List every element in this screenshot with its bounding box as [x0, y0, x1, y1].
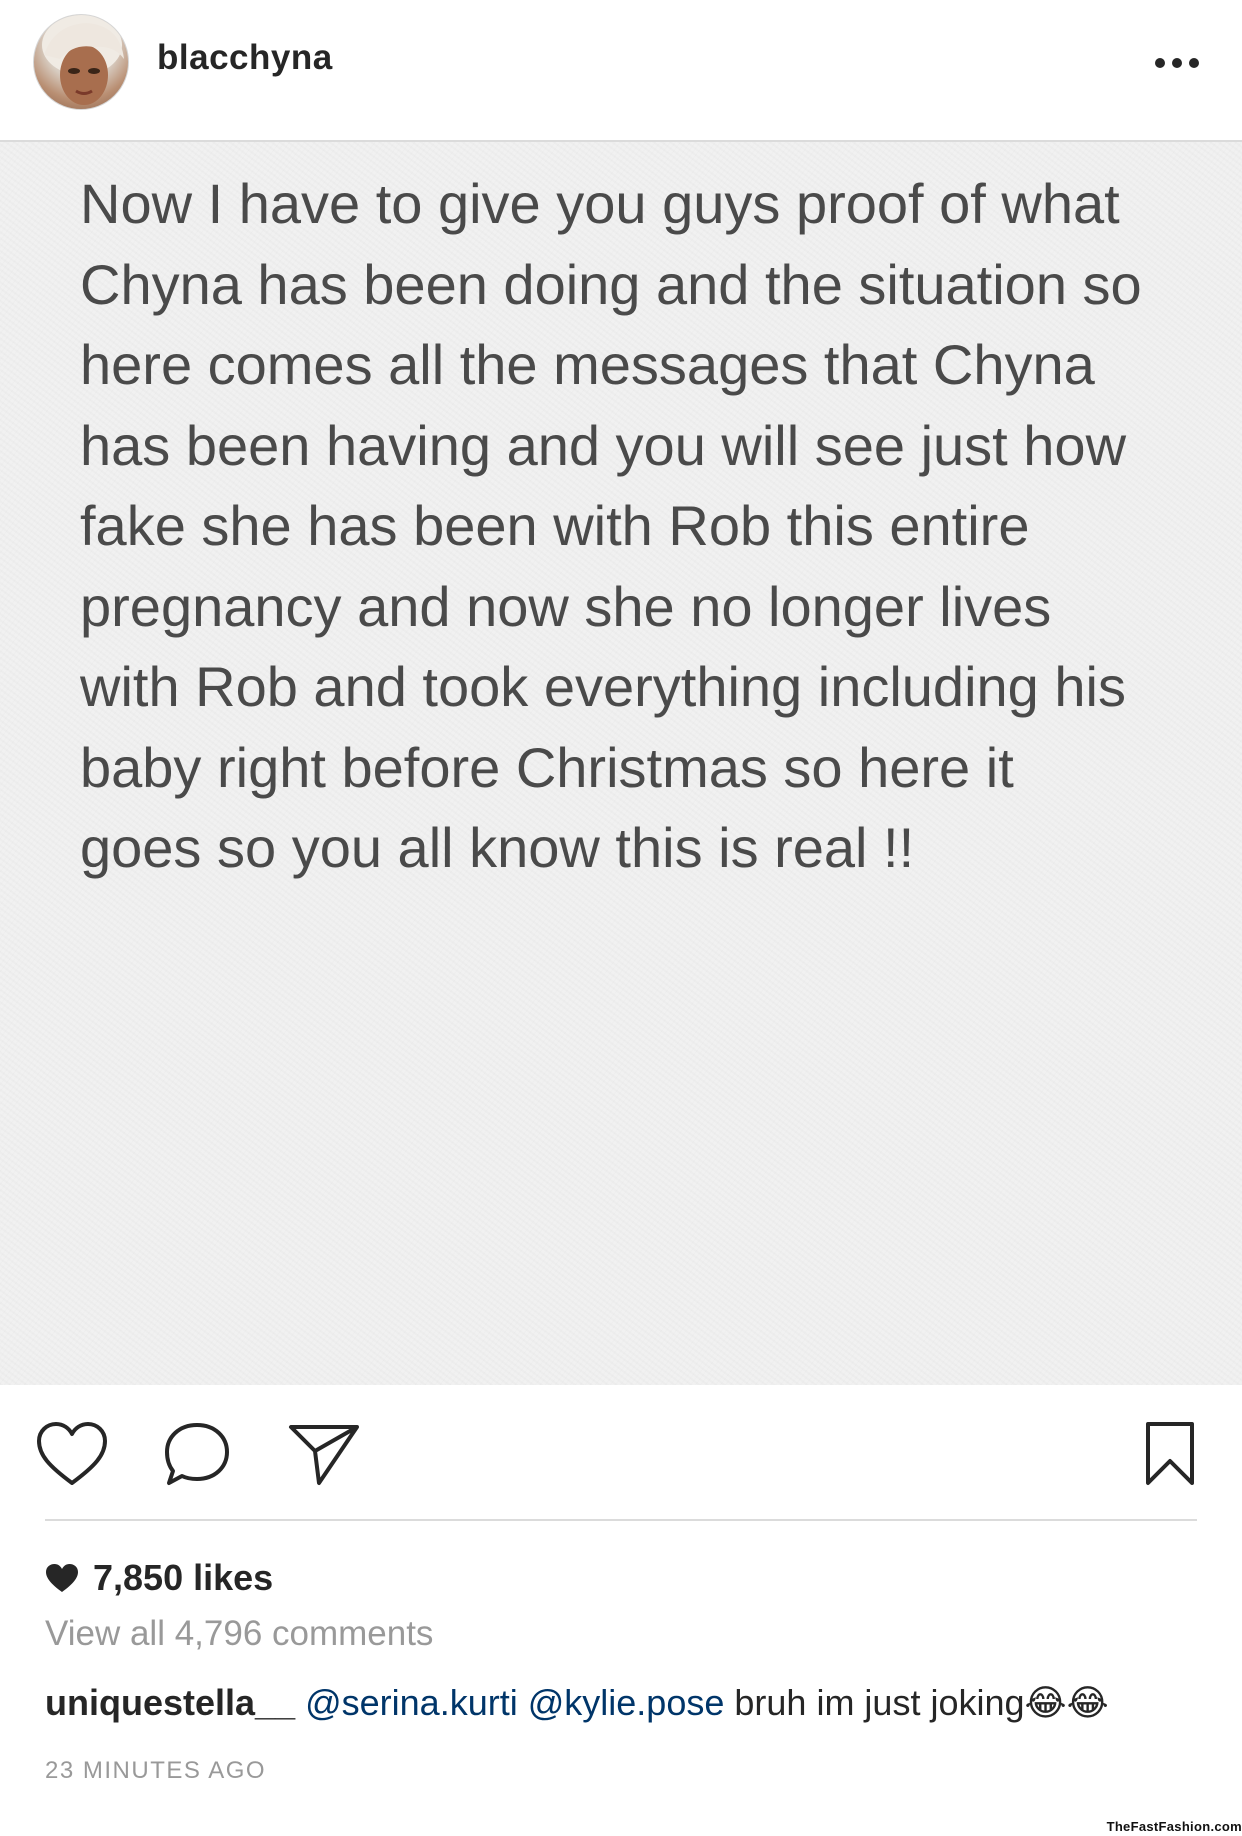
- comment-username[interactable]: uniquestella__: [45, 1682, 295, 1723]
- avatar[interactable]: [33, 14, 129, 110]
- comment: uniquestella__ @serina.kurti @kylie.pose…: [45, 1682, 1109, 1724]
- more-horizontal-icon[interactable]: [1152, 48, 1202, 78]
- comment-bubble-icon[interactable]: [163, 1421, 231, 1492]
- post-image-text: Now I have to give you guys proof of wha…: [80, 172, 1142, 879]
- comment-mention[interactable]: @serina.kurti: [305, 1682, 518, 1723]
- post-header: blacchyna: [0, 0, 1242, 142]
- action-bar: [0, 1385, 1242, 1520]
- comment-text: bruh im just joking: [734, 1682, 1025, 1723]
- comment-mention[interactable]: @kylie.pose: [528, 1682, 725, 1723]
- view-all-comments-link[interactable]: View all 4,796 comments: [45, 1614, 433, 1654]
- divider: [45, 1519, 1197, 1521]
- heart-outline-icon[interactable]: [35, 1421, 109, 1492]
- timestamp: 23 MINUTES AGO: [45, 1757, 267, 1784]
- bookmark-icon[interactable]: [1144, 1421, 1196, 1492]
- paper-plane-icon[interactable]: [287, 1421, 361, 1492]
- comment-emoji: 😂😂: [1024, 1682, 1109, 1723]
- post-image[interactable]: Now I have to give you guys proof of wha…: [0, 142, 1242, 1385]
- watermark: TheFastFashion.com: [1106, 1819, 1242, 1834]
- heart-filled-icon: [46, 1563, 78, 1592]
- avatar-image: [42, 15, 124, 105]
- username[interactable]: blacchyna: [157, 38, 333, 78]
- instagram-post: blacchyna Now I have to give you guys pr…: [0, 0, 1242, 1836]
- likes-count: 7,850 likes: [93, 1556, 274, 1598]
- likes-row[interactable]: 7,850 likes: [45, 1555, 273, 1600]
